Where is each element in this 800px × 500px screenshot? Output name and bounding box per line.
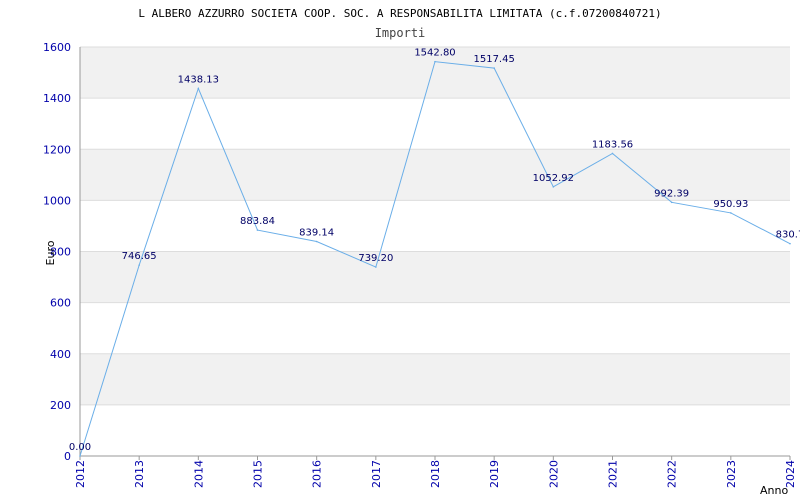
data-label: 883.84 [240, 216, 275, 227]
data-point [138, 264, 140, 266]
x-tick-label: 2019 [488, 460, 501, 488]
data-point [552, 186, 555, 188]
plot-bands [80, 47, 790, 405]
data-label: 1183.56 [592, 139, 633, 150]
data-label: 1438.13 [178, 74, 219, 85]
data-point [493, 67, 495, 69]
data-label: 950.93 [713, 199, 748, 210]
x-tick-label: 2016 [311, 460, 324, 488]
x-tick-label: 2023 [725, 460, 738, 488]
chart: 020040060080010001200140016002012 2013 201… [43, 7, 800, 497]
y-axis-label: Euro [44, 240, 57, 265]
x-tick-label: 2020 [547, 460, 560, 488]
data-point [670, 201, 673, 204]
data-point [256, 229, 259, 231]
x-tick-label: 2017 [370, 460, 383, 488]
data-point [197, 87, 200, 90]
plot-band [80, 251, 790, 303]
data-label: 839.14 [299, 227, 334, 238]
data-point [730, 212, 732, 214]
x-axis-label: Anno [760, 484, 788, 497]
data-point [434, 60, 436, 63]
data-label: 746.65 [122, 251, 157, 262]
y-tick-label: 1000 [43, 194, 71, 207]
x-tick-label: 2013 [133, 460, 146, 488]
data-label: 830.7 [776, 230, 800, 241]
data-point [611, 152, 614, 155]
data-point [315, 240, 318, 243]
x-tick-label: 2015 [252, 460, 265, 488]
data-point [789, 242, 791, 245]
y-tick-label: 1400 [43, 92, 71, 105]
x-tick-label: 2021 [607, 460, 620, 488]
chart-subtitle: Importi [375, 26, 426, 40]
data-point [79, 455, 81, 457]
data-label: 1517.45 [473, 54, 514, 65]
plot-band [80, 353, 790, 405]
data-label: 992.39 [654, 188, 689, 199]
x-tick-label: 2014 [192, 460, 205, 488]
y-tick-label: 200 [50, 399, 71, 412]
data-label: 1052.92 [533, 173, 574, 184]
data-label: 0.00 [69, 442, 91, 453]
data-label: 739.20 [358, 253, 393, 264]
y-tick-label: 600 [50, 297, 71, 310]
x-tick-label: 2018 [429, 460, 442, 488]
data-label: 1542.80 [414, 48, 455, 59]
chart-title: L ALBERO AZZURRO SOCIETA COOP. SOC. A RE… [138, 7, 661, 20]
y-tick-label: 1200 [43, 143, 71, 156]
x-tick-label: 2012 [74, 460, 87, 488]
x-tick-label: 2022 [666, 460, 679, 488]
data-point [375, 266, 377, 268]
y-tick-label: 1600 [43, 41, 71, 54]
y-tick-label: 400 [50, 348, 71, 361]
